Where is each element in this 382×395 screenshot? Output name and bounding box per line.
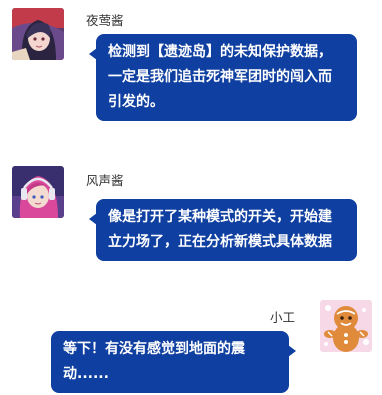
chat-window: 夜莺酱 检测到【遗迹岛】的未知保护数据，一定是我们追击死神军团时的闯入而引发的。… xyxy=(0,0,382,395)
pink-haired-headset-character-avatar-icon[interactable] xyxy=(12,166,64,218)
message-text: 等下！有没有感觉到地面的震动...... xyxy=(63,341,245,382)
bubble-tail xyxy=(89,213,97,225)
message-text: 像是打开了某种模式的开关，开始建立力场了，正在分析新模式具体数据 xyxy=(108,209,332,250)
dark-haired-character-avatar-icon[interactable] xyxy=(12,8,64,60)
sender-name: 夜莺酱 xyxy=(86,13,124,28)
bubble-tail xyxy=(89,48,97,60)
message-bubble: 等下！有没有感觉到地面的震动...... xyxy=(51,331,296,393)
sender-name: 风声酱 xyxy=(86,173,124,188)
message-bubble: 像是打开了某种模式的开关，开始建立力场了，正在分析新模式具体数据 xyxy=(89,199,357,261)
gingerbread-man-avatar-icon[interactable] xyxy=(320,300,372,352)
message-bubble: 检测到【遗迹岛】的未知保护数据，一定是我们追击死神军团时的闯入而引发的。 xyxy=(89,34,357,121)
message-text: 检测到【遗迹岛】的未知保护数据，一定是我们追击死神军团时的闯入而引发的。 xyxy=(108,44,332,110)
bubble-tail xyxy=(288,345,296,357)
sender-name: 小工 xyxy=(270,310,296,325)
